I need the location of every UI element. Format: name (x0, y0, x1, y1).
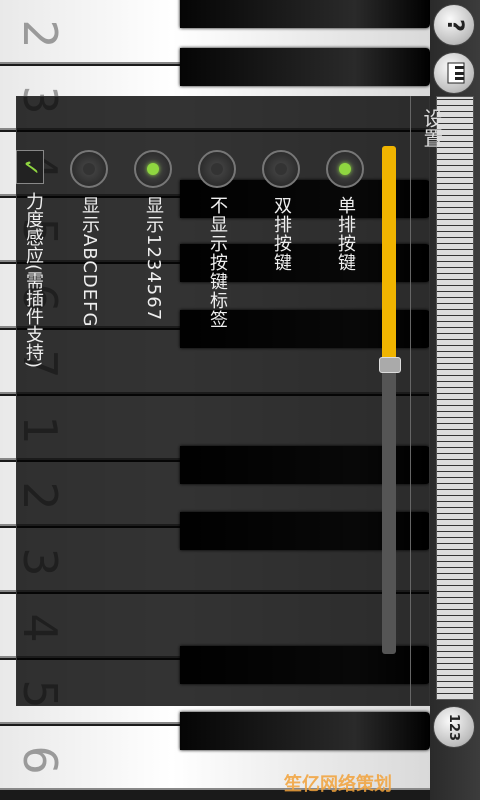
radio-dot (211, 163, 223, 175)
title-divider (410, 96, 411, 706)
radio-button[interactable] (262, 150, 300, 188)
black-key[interactable] (180, 712, 430, 750)
number-label: 123 (446, 713, 462, 741)
help-button[interactable]: ? (433, 4, 475, 46)
piano-keys-icon (443, 62, 465, 84)
radio-dot (275, 163, 287, 175)
option-label: 显示ABCDEFG (79, 196, 100, 328)
black-key[interactable] (180, 0, 430, 28)
option-label: 显示1234567 (143, 196, 164, 322)
option-label: 单排按键 (335, 196, 356, 272)
radio-button[interactable] (134, 150, 172, 188)
slider-fill (382, 146, 396, 365)
keys-button[interactable] (433, 52, 475, 94)
radio-dot (147, 163, 159, 175)
checkmark-icon: ✓ (17, 157, 43, 177)
slider-thumb[interactable] (379, 357, 401, 374)
black-key[interactable] (180, 48, 430, 86)
watermark: 笙亿网络策划 (284, 774, 392, 795)
number-toggle-button[interactable]: 123 (433, 706, 475, 748)
velocity-checkbox-label: 力度感应(需插件支持) (23, 192, 44, 369)
key-number-label: 2 (13, 19, 67, 49)
option-label: 不显示按键标签 (207, 196, 228, 329)
help-label: ? (441, 18, 467, 32)
option-label: 双排按键 (271, 196, 292, 272)
settings-dialog (16, 96, 430, 706)
mini-keyboard-scroller[interactable] (436, 96, 474, 700)
radio-button[interactable] (326, 150, 364, 188)
radio-button[interactable] (70, 150, 108, 188)
velocity-checkbox[interactable]: ✓ (16, 150, 44, 184)
radio-button[interactable] (198, 150, 236, 188)
dialog-title: 设置 (420, 108, 444, 148)
volume-slider[interactable] (379, 146, 401, 654)
radio-dot (339, 163, 351, 175)
key-number-label: 6 (13, 745, 67, 775)
radio-dot (83, 163, 95, 175)
